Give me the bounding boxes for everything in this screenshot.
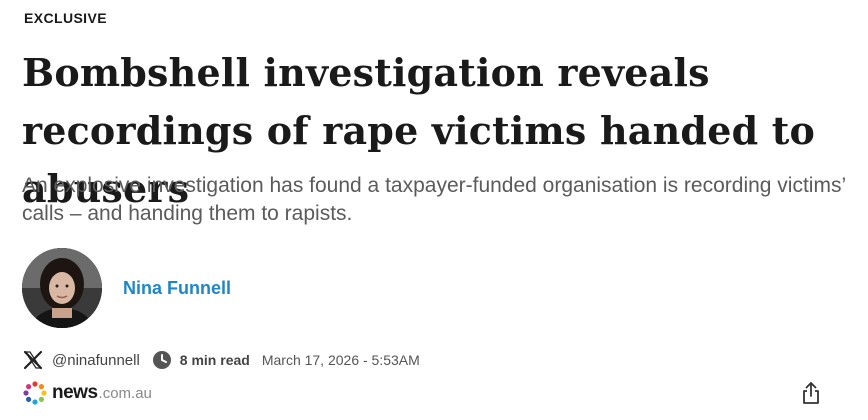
author-name-link[interactable]: Nina Funnell [123,278,231,299]
article-header: EXCLUSIVE Bombshell investigation reveal… [0,0,868,420]
read-time: 8 min read [179,352,250,368]
share-icon[interactable] [800,380,822,406]
author-avatar[interactable] [22,248,102,328]
brand-domain: .com.au [98,384,152,402]
exclusive-tag: EXCLUSIVE [24,10,107,26]
newscomau-dots-logo-icon [22,380,48,406]
x-icon[interactable] [22,349,44,371]
article-standfirst: An explosive investigation has found a t… [22,174,846,225]
author-photo-icon [22,248,102,328]
author-handle-link[interactable]: @ninafunnell [52,352,140,369]
brand-name: news [52,382,98,403]
publish-date: March 17, 2026 - 5:53AM [261,352,420,368]
brand-logo-link[interactable]: news .com.au [22,380,152,406]
clock-icon [152,350,172,370]
article-meta: @ninafunnell 8 min read March 17, 2026 -… [22,347,420,373]
